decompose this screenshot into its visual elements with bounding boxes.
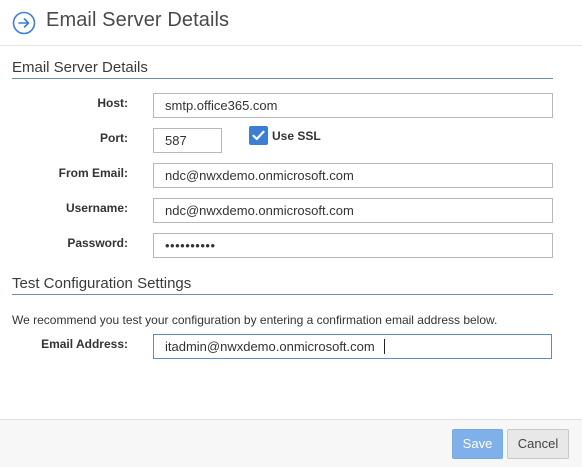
server-section-title: Email Server Details (12, 59, 148, 76)
port-label: Port: (100, 131, 128, 145)
dialog-header: Email Server Details (0, 0, 582, 46)
password-input[interactable]: •••••••••• (153, 233, 553, 258)
use-ssl-checkbox[interactable] (249, 126, 268, 145)
section-divider (12, 78, 553, 79)
use-ssl-label[interactable]: Use SSL (272, 129, 321, 143)
from-email-input[interactable]: ndc@nwxdemo.onmicrosoft.com (153, 163, 553, 188)
text-cursor (384, 339, 385, 354)
port-input[interactable]: 587 (153, 128, 222, 153)
from-email-label: From Email: (58, 166, 128, 180)
save-button[interactable]: Save (452, 429, 503, 459)
username-input[interactable]: ndc@nwxdemo.onmicrosoft.com (153, 198, 553, 223)
password-label: Password: (67, 236, 128, 250)
username-label: Username: (65, 201, 128, 215)
test-email-input[interactable]: itadmin@nwxdemo.onmicrosoft.com (153, 334, 552, 359)
test-section-title: Test Configuration Settings (12, 275, 192, 292)
test-info-text: We recommend you test your configuration… (12, 313, 498, 327)
arrow-right-circle-icon (12, 11, 36, 35)
email-address-label: Email Address: (41, 337, 128, 351)
cancel-button[interactable]: Cancel (507, 429, 569, 459)
section-divider (12, 294, 553, 295)
host-input[interactable]: smtp.office365.com (153, 93, 553, 118)
dialog-title: Email Server Details (46, 9, 230, 31)
host-label: Host: (97, 96, 128, 110)
checkmark-icon (252, 130, 265, 141)
